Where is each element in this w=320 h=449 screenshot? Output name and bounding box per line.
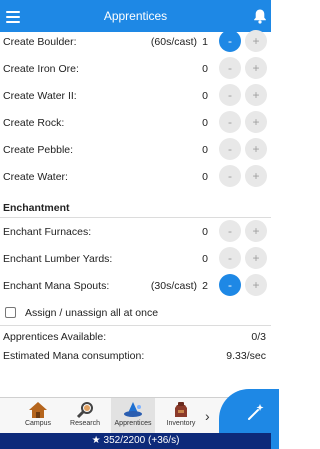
assign-all-label: Assign / unassign all at once xyxy=(25,307,159,319)
spell-name: Enchant Mana Spouts: xyxy=(3,280,110,292)
nav-item-campus[interactable]: Campus xyxy=(16,398,60,434)
decrement-button[interactable]: - xyxy=(219,57,241,79)
bell-icon[interactable] xyxy=(253,8,267,24)
decrement-button[interactable]: - xyxy=(219,220,241,242)
decrement-button[interactable]: - xyxy=(219,30,241,52)
nav-item-label: Campus xyxy=(24,420,52,427)
info-value: 9.33/sec xyxy=(226,350,266,362)
increment-button[interactable]: + xyxy=(245,57,267,79)
apprentice-count: 0 xyxy=(202,144,208,156)
research-icon xyxy=(76,402,93,419)
apprentice-count: 1 xyxy=(202,36,208,48)
spell-name: Create Pebble: xyxy=(3,144,74,156)
nav-item-label: Research xyxy=(70,420,100,427)
decrement-button[interactable]: - xyxy=(219,165,241,187)
cast-rate: (60s/cast) xyxy=(150,36,197,48)
mana-consumption-row: Estimated Mana consumption: 9.33/sec xyxy=(0,350,271,366)
cast-rate: (30s/cast) xyxy=(150,280,197,292)
decrement-button[interactable]: - xyxy=(219,274,241,296)
spell-name: Create Rock: xyxy=(3,117,65,129)
nav-item-inventory[interactable]: Inventory xyxy=(159,398,203,434)
list-item: Enchant Furnaces: 0 - + xyxy=(0,218,271,245)
increment-button[interactable]: + xyxy=(245,165,267,187)
list-item: Create Water: 0 - + xyxy=(0,163,271,190)
apprentices-available-row: Apprentices Available: 0/3 xyxy=(0,331,271,347)
decrement-button[interactable]: - xyxy=(219,111,241,133)
apprentice-count: 0 xyxy=(202,117,208,129)
apprentice-count: 0 xyxy=(202,253,208,265)
apprentice-list: Create Boulder: (60s/cast) 1 - + Create … xyxy=(0,28,271,299)
increment-button[interactable]: + xyxy=(245,274,267,296)
apprentice-count: 0 xyxy=(202,226,208,238)
mana-status-bar: ★ 352/2200 (+36/s) xyxy=(0,433,271,449)
increment-button[interactable]: + xyxy=(245,247,267,269)
increment-button[interactable]: + xyxy=(245,111,267,133)
assign-all-checkbox[interactable] xyxy=(5,307,16,318)
apprentices-icon xyxy=(124,402,142,417)
nav-item-label: Apprentices xyxy=(114,420,152,427)
decrement-button[interactable]: - xyxy=(219,138,241,160)
spell-name: Enchant Furnaces: xyxy=(3,226,92,238)
star-icon: ★ xyxy=(91,435,101,446)
nav-item-research[interactable]: Research xyxy=(63,398,107,434)
list-item: Create Water II: 0 - + xyxy=(0,82,271,109)
assign-all-row[interactable]: Assign / unassign all at once xyxy=(0,300,271,326)
list-item: Create Boulder: (60s/cast) 1 - + xyxy=(0,28,271,55)
increment-button[interactable]: + xyxy=(245,30,267,52)
apprentice-count: 0 xyxy=(202,171,208,183)
info-label: Apprentices Available: xyxy=(3,331,107,343)
info-value: 0/3 xyxy=(251,331,266,343)
list-item: Enchant Mana Spouts: (30s/cast) 2 - + xyxy=(0,272,271,299)
section-header-enchantment: Enchantment xyxy=(0,190,271,218)
apprentice-count: 2 xyxy=(202,280,208,292)
info-label: Estimated Mana consumption: xyxy=(3,350,145,362)
list-item: Create Rock: 0 - + xyxy=(0,109,271,136)
apprentice-count: 0 xyxy=(202,90,208,102)
section-title: Enchantment xyxy=(3,202,70,214)
spell-name: Enchant Lumber Yards: xyxy=(3,253,113,265)
list-item: Enchant Lumber Yards: 0 - + xyxy=(0,245,271,272)
increment-button[interactable]: + xyxy=(245,138,267,160)
page-title: Apprentices xyxy=(103,9,168,23)
spell-name: Create Water: xyxy=(3,171,68,183)
inventory-icon xyxy=(175,402,187,417)
list-item: Create Iron Ore: 0 - + xyxy=(0,55,271,82)
apprentice-count: 0 xyxy=(202,63,208,75)
decrement-button[interactable]: - xyxy=(219,247,241,269)
increment-button[interactable]: + xyxy=(245,84,267,106)
spell-name: Create Iron Ore: xyxy=(3,63,79,75)
campus-icon xyxy=(29,402,47,418)
spell-name: Create Water II: xyxy=(3,90,77,102)
decrement-button[interactable]: - xyxy=(219,84,241,106)
increment-button[interactable]: + xyxy=(245,220,267,242)
spell-name: Create Boulder: xyxy=(3,36,77,48)
magic-wand-icon xyxy=(248,404,264,420)
nav-item-apprentices[interactable]: Apprentices xyxy=(111,398,155,434)
mana-readout: 352/2200 (+36/s) xyxy=(103,435,180,446)
list-item: Create Pebble: 0 - + xyxy=(0,136,271,163)
nav-more-arrow[interactable]: › xyxy=(205,408,210,424)
nav-item-label: Inventory xyxy=(166,420,196,427)
